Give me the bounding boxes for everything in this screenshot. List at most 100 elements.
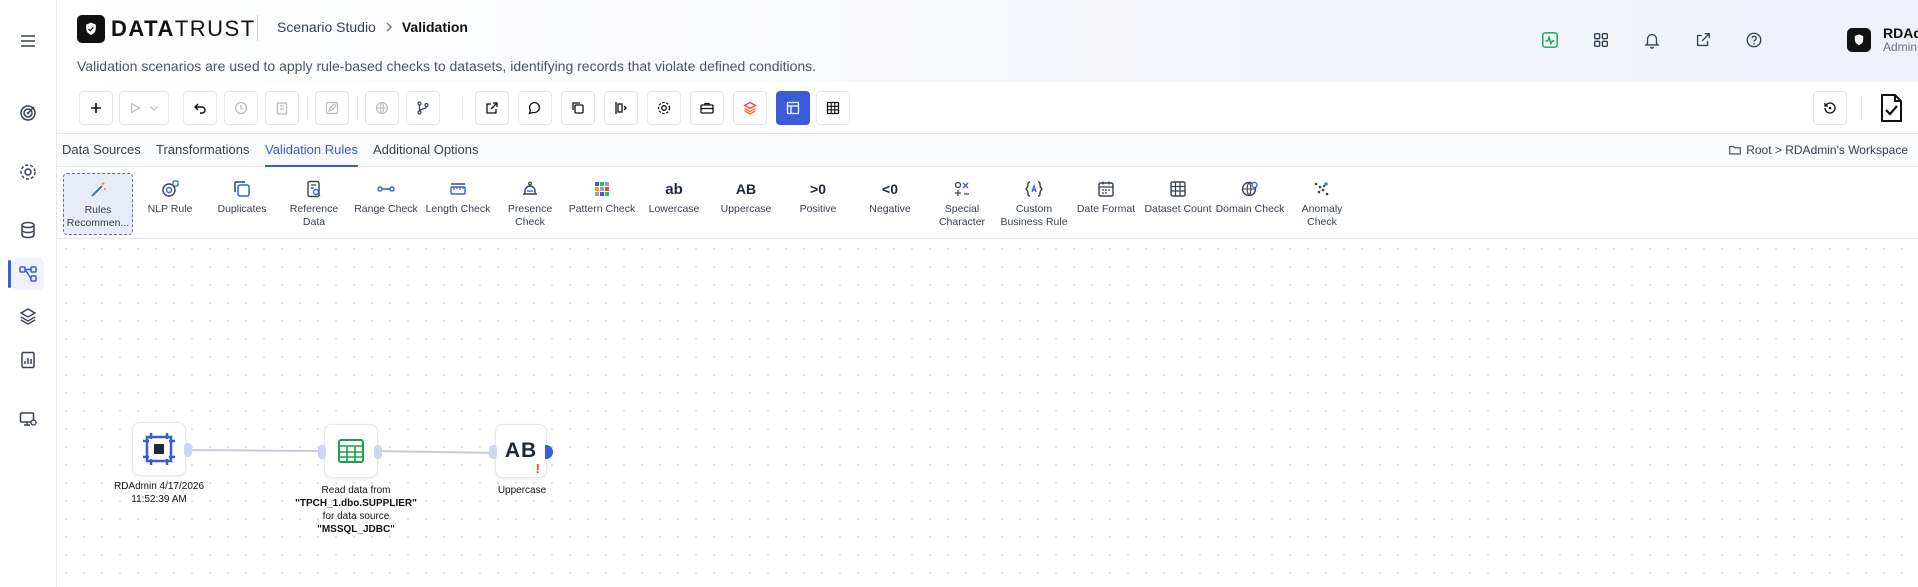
palette-special-character[interactable]: Special Character [927,173,997,235]
copy-button[interactable] [561,91,595,125]
palette-pattern-check[interactable]: Pattern Check [567,173,637,235]
hamburger-menu-icon[interactable] [14,27,42,55]
curly-braces-icon [1022,177,1046,201]
palette-range-check[interactable]: Range Check [351,173,421,235]
positive-icon: >0 [810,181,826,197]
start-frame-icon [143,433,175,465]
activity-monitor-icon[interactable] [1538,28,1562,52]
shield-logo-icon [77,15,105,43]
node-read-label: Read data from "TPCH_1.dbo.SUPPLIER" for… [295,485,417,535]
palette-dataset-count[interactable]: Dataset Count [1143,173,1213,235]
breadcrumb: Scenario Studio Validation [277,19,468,35]
database-icon[interactable] [14,216,42,244]
layers-stack-button[interactable] [733,91,767,125]
user-menu[interactable]: RDAdmin Admin [1847,26,1918,54]
reference-doc-icon [302,177,326,201]
negative-icon: <0 [882,181,898,197]
bell-icon[interactable] [1640,28,1664,52]
palette-negative[interactable]: <0 Negative [855,173,925,235]
export-button[interactable] [475,91,509,125]
nlp-brain-icon [158,177,182,201]
workspace-path[interactable]: Root > RDAdmin's Workspace [1728,143,1908,157]
tab-data-sources[interactable]: Data Sources [62,135,141,167]
folder-icon [1729,145,1741,155]
node-read-data[interactable] [324,424,378,478]
validate-document-icon[interactable] [1871,88,1911,128]
edit-button[interactable] [315,91,349,125]
apps-grid-icon[interactable] [1589,28,1613,52]
node-uppercase[interactable]: AB ! [495,424,547,478]
node-start-label: RDAdmin 4/17/2026 11:52:39 AM [113,481,205,505]
user-avatar [1847,28,1871,52]
palette-rules-recommender[interactable]: Rules Recommen... [63,173,133,235]
tab-validation-rules[interactable]: Validation Rules [265,135,358,167]
page-description: Validation scenarios are used to apply r… [77,58,817,74]
rules-palette: Rules Recommen... NLP Rule Duplicates Re… [57,167,1918,239]
align-button[interactable] [604,91,638,125]
breadcrumb-scenario-studio[interactable]: Scenario Studio [277,19,376,35]
palette-date-format[interactable]: Date Format [1071,173,1141,235]
history-button[interactable] [224,91,258,125]
add-button[interactable] [79,91,113,125]
range-icon [374,177,398,201]
node-start[interactable] [132,422,186,476]
workflow-canvas[interactable]: RDAdmin 4/17/2026 11:52:39 AM Read data … [57,240,1918,587]
tab-transformations[interactable]: Transformations [156,135,249,167]
table-icon [338,439,364,463]
layers-icon[interactable] [14,302,42,330]
node-read-output-port[interactable] [374,445,382,459]
header-divider [257,15,258,41]
palette-positive[interactable]: >0 Positive [783,173,853,235]
gear-icon[interactable] [14,158,42,186]
globe-button[interactable] [365,91,399,125]
rule-tabs: Data Sources Transformations Validation … [57,135,1918,167]
palette-duplicates[interactable]: Duplicates [207,173,277,235]
warning-icon: ! [535,461,540,476]
clipboard-button[interactable] [265,91,299,125]
user-role: Admin [1883,40,1918,54]
node-start-output-port[interactable] [184,443,192,457]
palette-custom-business-rule[interactable]: Custom Business Rule [999,173,1069,235]
canvas-view-button[interactable] [776,91,810,125]
settings-button[interactable] [647,91,681,125]
uppercase-icon: AB [735,181,757,197]
monitor-settings-icon[interactable] [14,405,42,433]
lowercase-icon: ab [665,180,683,198]
node-read-input-port[interactable] [318,445,326,459]
node-uppercase-input-port[interactable] [489,445,497,459]
scenario-toolbar [57,82,1918,134]
comment-button[interactable] [518,91,552,125]
palette-reference-data[interactable]: Reference Data [279,173,349,235]
workflow-icon[interactable] [14,260,42,288]
branch-button[interactable] [406,91,440,125]
chevron-down-icon [149,106,159,111]
report-icon[interactable] [14,346,42,374]
active-nav-indicator [8,260,11,288]
anomaly-scatter-icon [1310,177,1334,201]
brand-name: DATATRUST [111,16,256,41]
external-link-icon[interactable] [1691,28,1715,52]
left-rail [0,0,57,587]
table-view-button[interactable] [816,91,850,125]
palette-length-check[interactable]: Length Check [423,173,493,235]
node-uppercase-label: Uppercase [497,485,547,496]
palette-domain-check[interactable]: Domain Check [1215,173,1285,235]
special-character-icon [950,177,974,201]
palette-uppercase[interactable]: AB Uppercase [711,173,781,235]
undo-button[interactable] [183,91,217,125]
target-icon[interactable] [14,99,42,127]
toolbar-separator [462,96,463,120]
calendar-icon [1094,177,1118,201]
brand-logo[interactable]: DATATRUST [77,15,256,43]
breadcrumb-current: Validation [401,19,468,35]
revert-button[interactable] [1813,91,1847,125]
run-button[interactable] [119,91,169,125]
palette-lowercase[interactable]: ab Lowercase [639,173,709,235]
palette-nlp-rule[interactable]: NLP Rule [135,173,205,235]
palette-anomaly-check[interactable]: Anomaly Check [1287,173,1357,235]
tab-additional-options[interactable]: Additional Options [373,135,479,167]
briefcase-button[interactable] [690,91,724,125]
palette-presence-check[interactable]: Presence Check [495,173,565,235]
help-icon[interactable] [1742,28,1766,52]
table-grid-icon [1166,177,1190,201]
